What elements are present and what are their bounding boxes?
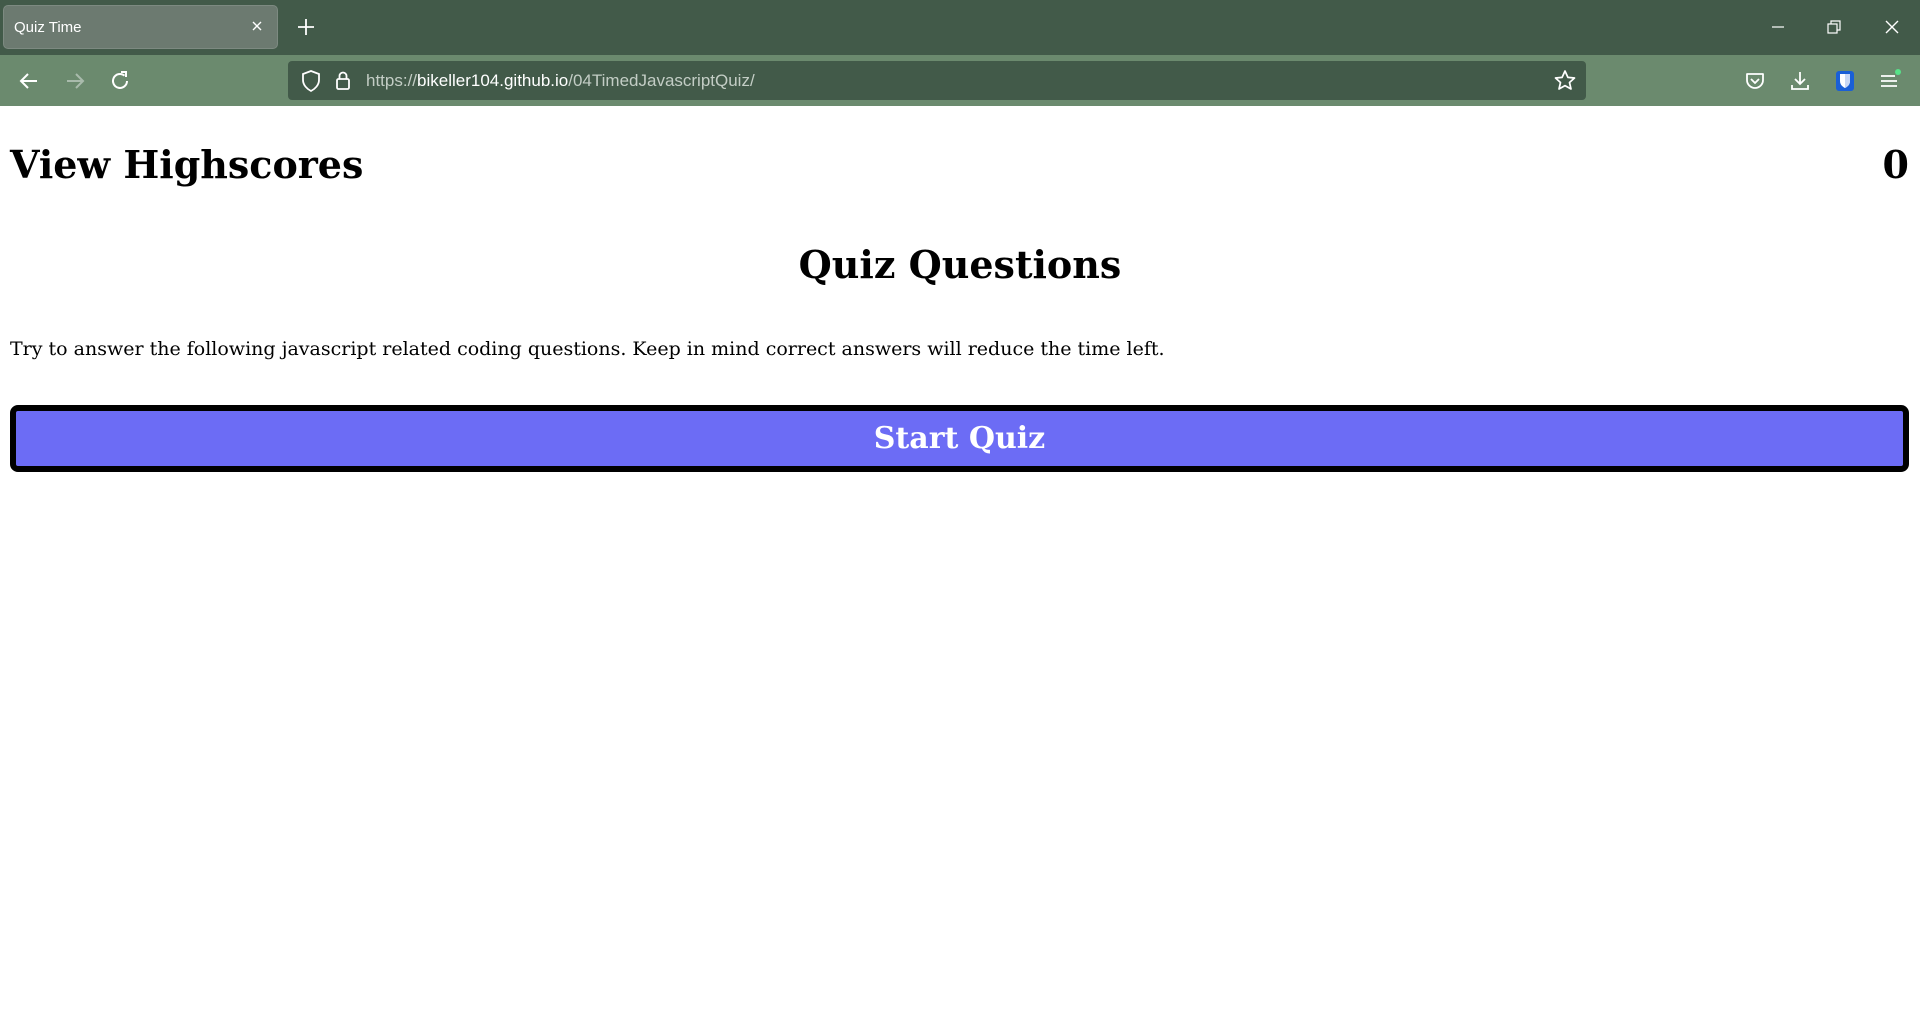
pocket-icon[interactable] bbox=[1742, 68, 1768, 94]
url-scheme: https:// bbox=[366, 71, 418, 90]
new-tab-icon[interactable] bbox=[295, 16, 317, 38]
forward-arrow-icon[interactable] bbox=[62, 68, 88, 94]
download-icon[interactable] bbox=[1787, 68, 1813, 94]
bitwarden-icon[interactable] bbox=[1832, 68, 1858, 94]
page-title: Quiz Questions bbox=[798, 242, 1122, 287]
timer-display: 0 bbox=[1882, 142, 1909, 187]
browser-tab-active[interactable]: Quiz Time bbox=[3, 5, 278, 49]
reload-icon[interactable] bbox=[107, 68, 133, 94]
url-host: bikeller104.github.io bbox=[417, 71, 569, 90]
back-arrow-icon[interactable] bbox=[16, 68, 42, 94]
start-quiz-button[interactable]: Start Quiz bbox=[10, 405, 1909, 472]
shield-icon[interactable] bbox=[298, 68, 324, 94]
view-highscores-link[interactable]: View Highscores bbox=[10, 142, 363, 187]
browser-navbar: https://bikeller104.github.io/04TimedJav… bbox=[0, 55, 1920, 106]
browser-tabbar: Quiz Time bbox=[0, 0, 1920, 55]
lock-icon[interactable] bbox=[330, 68, 356, 94]
url-bar[interactable]: https://bikeller104.github.io/04TimedJav… bbox=[288, 61, 1586, 100]
url-path: /04TimedJavascriptQuiz/ bbox=[568, 71, 755, 90]
star-icon[interactable] bbox=[1552, 68, 1578, 94]
tab-title: Quiz Time bbox=[14, 19, 82, 36]
url-text[interactable]: https://bikeller104.github.io/04TimedJav… bbox=[366, 71, 755, 91]
restore-icon[interactable] bbox=[1820, 13, 1848, 41]
window-close-icon[interactable] bbox=[1878, 13, 1906, 41]
tab-close-icon[interactable] bbox=[247, 16, 267, 36]
intro-text: Try to answer the following javascript r… bbox=[10, 338, 1165, 360]
menu-icon[interactable] bbox=[1876, 68, 1902, 94]
page-content: View Highscores 0 Quiz Questions Try to … bbox=[0, 106, 1920, 1020]
minimize-icon[interactable] bbox=[1764, 13, 1792, 41]
